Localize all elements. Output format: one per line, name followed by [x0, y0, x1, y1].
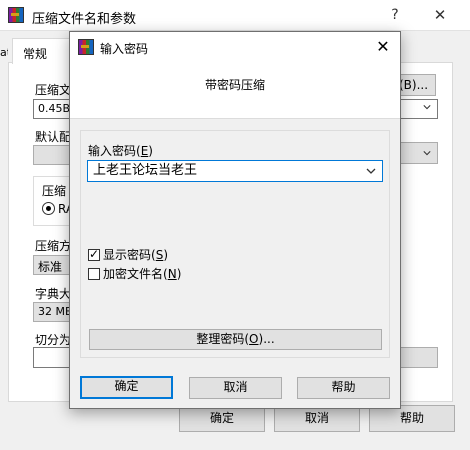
- cancel-button[interactable]: 取消: [189, 377, 282, 399]
- encrypt-names-label: 加密文件名(N): [103, 267, 182, 281]
- split-volume-input[interactable]: [33, 347, 73, 368]
- chevron-down-icon[interactable]: [366, 167, 376, 175]
- encrypt-names-checkbox[interactable]: [88, 267, 100, 280]
- compression-method-value: 标准: [38, 260, 63, 274]
- background-ok-button[interactable]: 确定: [179, 405, 265, 432]
- chevron-down-icon: [423, 151, 431, 156]
- archive-name-input[interactable]: 0.45B.: [33, 99, 73, 119]
- compression-method-combo[interactable]: 标准: [33, 255, 73, 275]
- help-icon[interactable]: ?: [380, 7, 410, 23]
- ok-button[interactable]: 确定: [80, 376, 173, 399]
- close-icon[interactable]: ✕: [368, 36, 398, 58]
- split-volume-label: 切分为: [35, 333, 69, 347]
- winrar-icon: [78, 39, 94, 55]
- archive-name-label: 压缩文: [35, 83, 69, 97]
- organize-passwords-label: 整理密码(O)...: [196, 332, 275, 346]
- background-title-bar: 压缩文件名和参数 ? ✕: [0, 0, 470, 31]
- compression-method-label: 压缩方: [35, 239, 69, 253]
- background-cancel-button[interactable]: 取消: [274, 405, 360, 432]
- profile-combo[interactable]: [33, 145, 73, 165]
- tab-general-label: 常规: [23, 47, 48, 61]
- organize-passwords-button[interactable]: 整理密码(O)...: [89, 329, 382, 350]
- chevron-down-icon: [423, 105, 431, 110]
- password-dialog: 输入密码 ✕ 带密码压缩 输入密码(E) 上老王论坛当老王 显示密码(S) 加密…: [69, 31, 401, 409]
- compress-format-label: 压缩: [42, 184, 67, 198]
- help-button[interactable]: 帮助: [297, 377, 390, 399]
- archive-name-value: 0.45B.: [38, 102, 73, 115]
- cancel-button-label: 取消: [223, 380, 248, 394]
- password-label: 输入密码(E): [88, 144, 153, 158]
- dictionary-size-value: 32 MB: [38, 305, 73, 318]
- radio-selected-icon[interactable]: [42, 202, 55, 215]
- background-cancel-label: 取消: [304, 411, 329, 425]
- show-password-checkbox-row[interactable]: 显示密码(S): [88, 246, 168, 263]
- password-input[interactable]: 上老王论坛当老王: [87, 160, 383, 182]
- browse-button-label: (B)...: [399, 78, 429, 92]
- default-profile-label[interactable]: 默认配: [35, 128, 69, 145]
- dialog-title: 输入密码: [100, 42, 149, 56]
- password-value: 上老王论坛当老王: [93, 163, 198, 178]
- show-password-label: 显示密码(S): [103, 248, 169, 262]
- background-ok-label: 确定: [209, 411, 234, 425]
- ok-button-label: 确定: [114, 379, 139, 393]
- show-password-checkbox[interactable]: [88, 247, 100, 261]
- background-window-title: 压缩文件名和参数: [32, 12, 137, 27]
- background-help-button[interactable]: 帮助: [369, 405, 455, 432]
- encrypt-names-checkbox-row[interactable]: 加密文件名(N): [88, 265, 181, 282]
- close-icon[interactable]: ✕: [425, 6, 455, 24]
- dictionary-size-combo[interactable]: 32 MB: [33, 302, 73, 322]
- help-button-label: 帮助: [331, 380, 356, 394]
- tab-general[interactable]: 常规: [12, 38, 70, 64]
- tab-fragment[interactable]: at: [0, 46, 8, 59]
- winrar-icon: [8, 7, 24, 23]
- dialog-title-bar: 输入密码 ✕: [70, 32, 400, 63]
- dialog-header-text: 带密码压缩: [204, 78, 265, 92]
- dictionary-size-label: 字典大: [35, 287, 69, 301]
- background-help-label: 帮助: [399, 411, 424, 425]
